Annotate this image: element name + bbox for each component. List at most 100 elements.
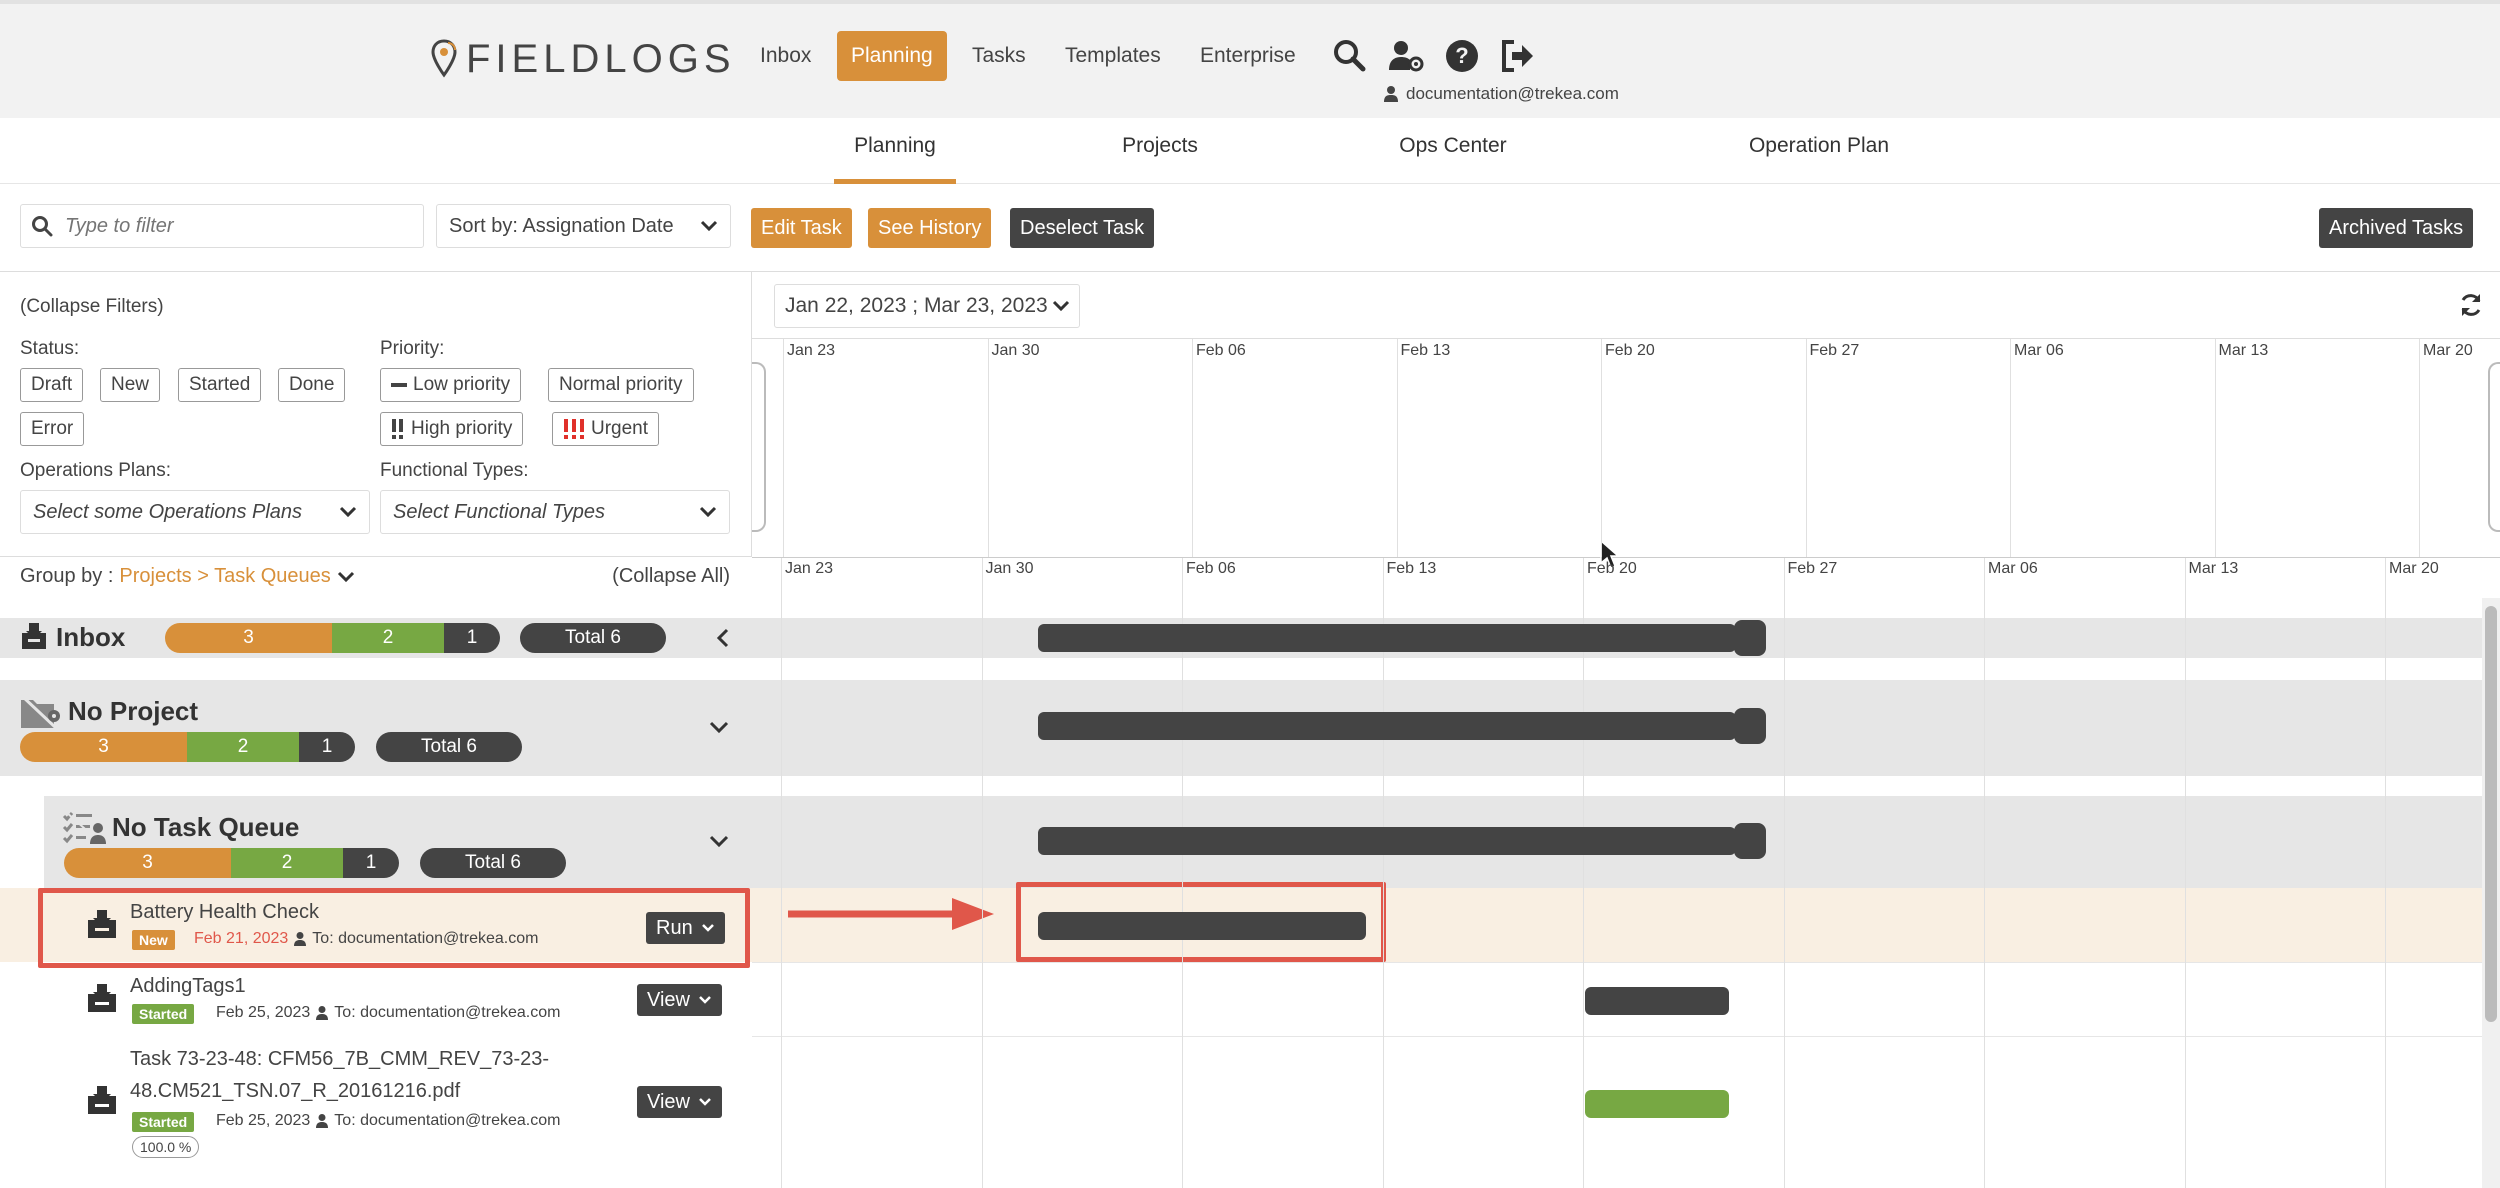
- status-started-chip[interactable]: Started: [178, 368, 262, 402]
- group-by-control[interactable]: Group by : Projects > Task Queues: [20, 565, 355, 588]
- gantt-bar-end-handle[interactable]: [1734, 620, 1766, 656]
- chip-label: Started: [189, 374, 251, 395]
- gantt-bar-end-handle[interactable]: [1734, 823, 1766, 859]
- status-error-chip[interactable]: Error: [20, 412, 85, 446]
- collapse-filters-link[interactable]: (Collapse Filters): [20, 296, 164, 318]
- count-started: 2: [332, 623, 444, 653]
- nav-inbox[interactable]: Inbox: [746, 31, 825, 81]
- view-button[interactable]: View: [637, 984, 722, 1016]
- nav-tasks[interactable]: Tasks: [958, 31, 1040, 81]
- filters-panel: (Collapse Filters) Status: Draft New Sta…: [0, 272, 752, 556]
- project-group-row[interactable]: No Project 3 2 1 Total 6: [0, 680, 752, 776]
- sort-label: Sort by: Assignation Date: [449, 214, 674, 237]
- overview-tick-label: Jan 30: [991, 342, 1040, 359]
- chevron-down-icon[interactable]: [708, 716, 730, 738]
- overview-right-handle[interactable]: [2488, 362, 2500, 532]
- archived-tasks-button[interactable]: Archived Tasks: [2319, 208, 2474, 248]
- overview-tick-label: Mar 13: [2218, 342, 2269, 359]
- functional-types-select[interactable]: Select Functional Types: [380, 490, 730, 534]
- subtab-planning[interactable]: Planning: [834, 118, 956, 184]
- priority-urgent-chip[interactable]: Urgent: [552, 412, 660, 446]
- chip-label: New: [111, 374, 150, 395]
- inbox-gantt-bar[interactable]: [1038, 624, 1736, 652]
- view-button[interactable]: View: [637, 1086, 722, 1118]
- subtab-operation-plan[interactable]: Operation Plan: [1742, 118, 1896, 184]
- main-tick-label: Feb 06: [1186, 560, 1236, 577]
- logout-icon[interactable]: [1500, 38, 1536, 74]
- count-new: 3: [20, 732, 187, 762]
- edit-task-button[interactable]: Edit Task: [751, 208, 852, 248]
- chevron-down-icon: [1052, 300, 1069, 312]
- queue-gantt-bar[interactable]: [1038, 827, 1736, 855]
- nav-planning[interactable]: Planning: [837, 31, 947, 81]
- progress-pill: 100.0 %: [132, 1136, 200, 1158]
- toolbar: Sort by: Assignation Date Edit Task See …: [0, 184, 2500, 272]
- task-assignee: To: documentation@trekea.com: [334, 1004, 561, 1021]
- adding-tags-bar[interactable]: [1585, 987, 1729, 1015]
- battery-health-check-bar[interactable]: [1038, 912, 1366, 940]
- date-range-select[interactable]: Jan 22, 2023 ; Mar 23, 2023: [774, 284, 1080, 328]
- priority-low-chip[interactable]: Low priority: [380, 368, 522, 402]
- operations-plans-select[interactable]: Select some Operations Plans: [20, 490, 370, 534]
- timeline-overview[interactable]: [752, 338, 2500, 558]
- nav-templates[interactable]: Templates: [1051, 31, 1175, 81]
- select-placeholder: Select Functional Types: [393, 500, 605, 523]
- deselect-task-button[interactable]: Deselect Task: [1010, 208, 1155, 248]
- subtab-ops-center[interactable]: Ops Center: [1384, 118, 1522, 184]
- see-history-button[interactable]: See History: [868, 208, 992, 248]
- search-icon[interactable]: [1332, 38, 1368, 74]
- functional-types-label: Functional Types:: [380, 460, 529, 481]
- overview-gridline: [1601, 339, 1602, 557]
- priority-normal-chip[interactable]: Normal priority: [548, 368, 694, 402]
- brand-name: FIELDLOGS: [466, 36, 736, 81]
- user-settings-icon[interactable]: [1388, 38, 1424, 74]
- count-new: 3: [165, 623, 332, 653]
- cfm56-task-bar[interactable]: [1585, 1090, 1729, 1118]
- task-row[interactable]: AddingTags1 Started Feb 25, 2023 To: doc…: [0, 962, 752, 1036]
- gantt-bar-end-handle[interactable]: [1734, 708, 1766, 744]
- main-tick-label: Mar 13: [2188, 560, 2239, 577]
- overview-tick-label: Jan 23: [787, 342, 836, 359]
- project-gantt-bar[interactable]: [1038, 712, 1736, 740]
- chevron-down-icon[interactable]: [708, 830, 730, 852]
- inbox-icon: [22, 623, 46, 649]
- status-counts-bar: 3 2 1: [165, 623, 500, 653]
- main-gridline: [1583, 558, 1584, 1188]
- task-date: Feb 25, 2023: [216, 1004, 311, 1021]
- status-done-chip[interactable]: Done: [278, 368, 346, 402]
- group-title: Inbox: [56, 622, 126, 652]
- low-priority-icon: [391, 383, 407, 387]
- filter-input[interactable]: [65, 214, 405, 238]
- overview-tick-label: Feb 20: [1605, 342, 1655, 359]
- priority-label: Priority:: [380, 338, 445, 359]
- group-by-value[interactable]: Projects > Task Queues: [119, 565, 330, 588]
- main-tick-label: Feb 13: [1386, 560, 1437, 577]
- filter-box[interactable]: [20, 204, 424, 248]
- chevron-left-icon[interactable]: [712, 627, 734, 649]
- status-draft-chip[interactable]: Draft: [20, 368, 84, 402]
- subtab-projects[interactable]: Projects: [1110, 118, 1210, 184]
- task-row[interactable]: Task 73-23-48: CFM56_7B_CMM_REV_73-23- 4…: [0, 1036, 752, 1176]
- chevron-down-icon: [699, 996, 711, 1004]
- nav-enterprise[interactable]: Enterprise: [1186, 31, 1310, 81]
- refresh-icon[interactable]: [2458, 292, 2484, 318]
- app-logo[interactable]: FIELDLOGS: [430, 34, 736, 84]
- row-divider: [752, 1036, 2482, 1037]
- overview-gridline: [783, 339, 784, 557]
- total-pill: Total 6: [376, 732, 522, 762]
- task-name: AddingTags1: [130, 975, 246, 997]
- inbox-group-row[interactable]: Inbox 3 2 1 Total 6: [0, 618, 752, 658]
- help-icon[interactable]: ?: [1444, 38, 1480, 74]
- user-icon: [316, 1114, 329, 1128]
- sort-select[interactable]: Sort by: Assignation Date: [436, 204, 731, 248]
- collapse-all-link[interactable]: (Collapse All): [612, 565, 730, 588]
- overview-left-handle[interactable]: [752, 362, 766, 532]
- count-started: 2: [231, 848, 343, 878]
- chip-label: Draft: [31, 374, 73, 395]
- scrollbar-thumb[interactable]: [2485, 606, 2497, 1022]
- task-queue-group-row[interactable]: No Task Queue 3 2 1 Total 6: [44, 796, 752, 888]
- task-meta: Feb 25, 2023 To: documentation@trekea.co…: [216, 1004, 560, 1022]
- task-inbox-icon: [88, 1086, 116, 1114]
- status-new-chip[interactable]: New: [100, 368, 161, 402]
- priority-high-chip[interactable]: High priority: [380, 412, 524, 446]
